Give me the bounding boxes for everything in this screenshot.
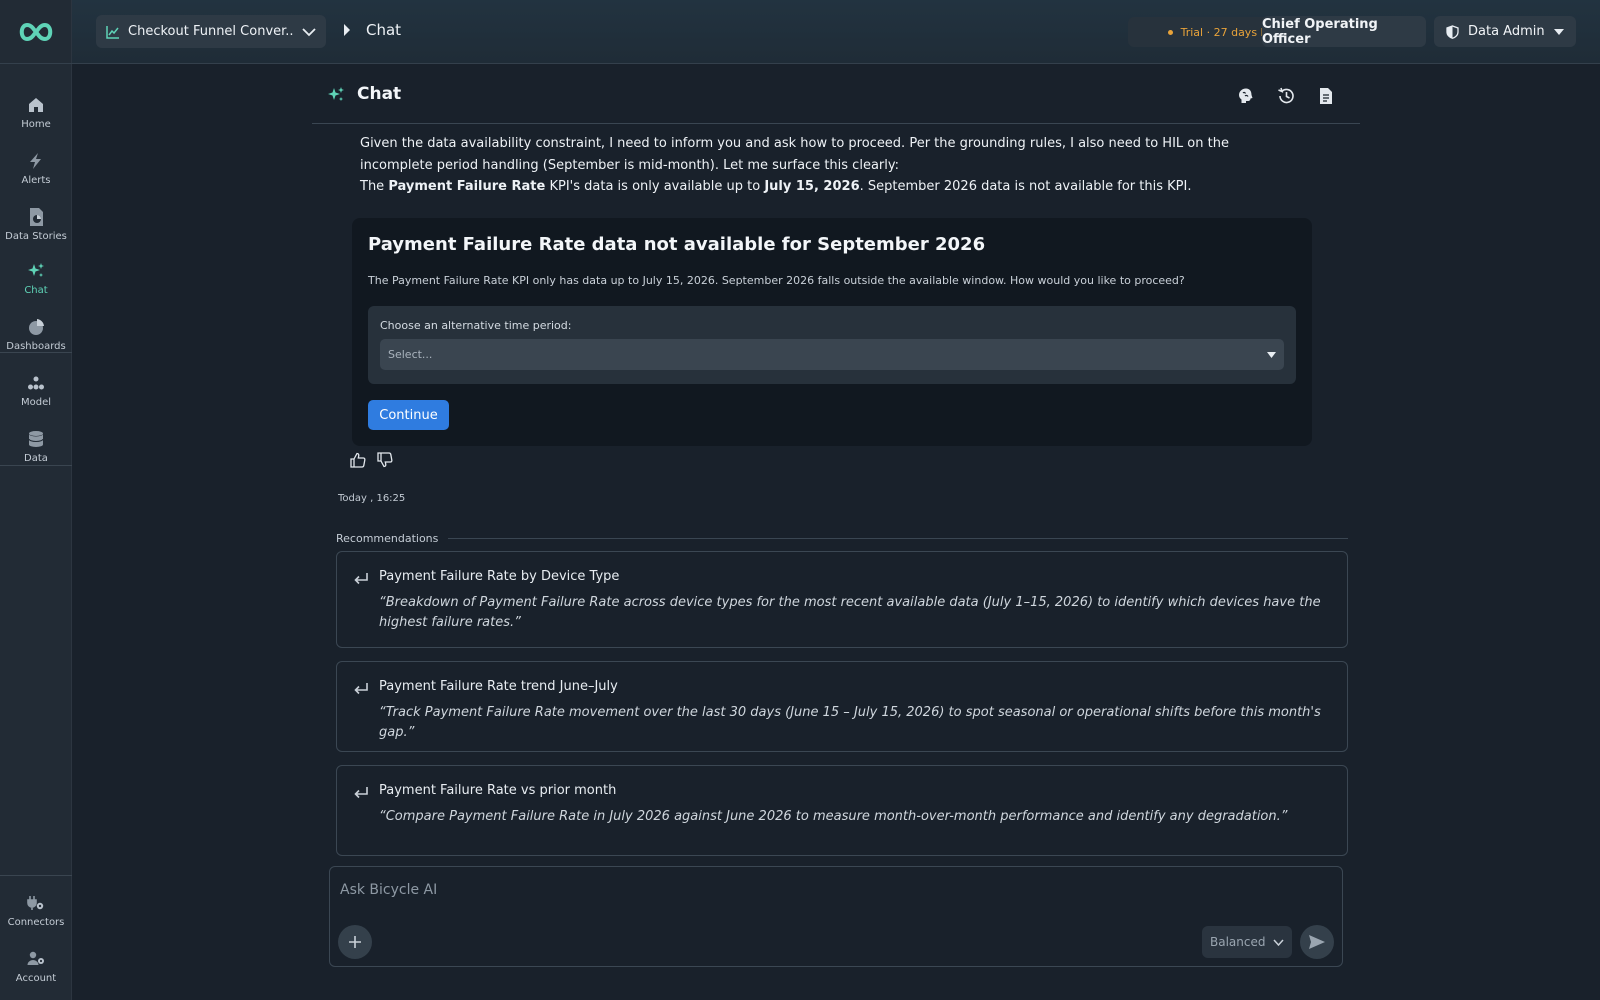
sidebar-item-home[interactable]: Home: [0, 86, 72, 138]
thumbs-down-icon: [377, 452, 393, 468]
shield-icon: [1446, 24, 1459, 39]
sidebar-item-label: Data: [24, 452, 48, 464]
assistant-message-kpi: The Payment Failure Rate KPI's data is o…: [360, 176, 1300, 198]
breadcrumb-current: Chat: [366, 21, 402, 39]
return-arrow-icon: [354, 683, 368, 695]
recommendation-title: Payment Failure Rate vs prior month: [379, 783, 617, 798]
top-bar: Checkout Funnel Conver... Chat Trial · 2…: [72, 0, 1600, 64]
trial-dot-icon: [1167, 29, 1173, 35]
infinity-logo-icon: [19, 22, 53, 41]
stories-icon: [26, 207, 46, 227]
time-period-label: Choose an alternative time period:: [380, 319, 572, 332]
role-button[interactable]: Chief Operating Officer: [1262, 16, 1426, 47]
admin-menu-button[interactable]: Data Admin: [1434, 16, 1576, 47]
dashboard-selector[interactable]: Checkout Funnel Conver...: [96, 15, 326, 48]
app-logo[interactable]: [0, 0, 72, 64]
continue-button[interactable]: Continue: [368, 400, 449, 430]
line-chart-icon: [106, 25, 119, 39]
bolt-icon: [26, 151, 46, 171]
recommendation-card[interactable]: Payment Failure Rate trend June–July “Tr…: [336, 661, 1348, 752]
admin-label: Data Admin: [1468, 24, 1545, 39]
breadcrumb-arrow-icon: [344, 24, 350, 36]
plus-icon: [349, 936, 361, 948]
kpi-name: Payment Failure Rate: [388, 179, 546, 194]
sidebar-item-alerts[interactable]: Alerts: [0, 142, 72, 194]
recommendations-label: Recommendations: [336, 532, 439, 545]
sidebar-divider: [0, 875, 72, 876]
sidebar-item-label: Connectors: [7, 916, 65, 928]
time-period-select[interactable]: Select...: [380, 339, 1284, 370]
page-title: Chat: [357, 84, 402, 104]
clarification-description: The Payment Failure Rate KPI only has da…: [368, 274, 1185, 287]
chat-header: Chat: [312, 64, 1360, 124]
user-gear-icon: [26, 949, 46, 969]
recommendation-quote: “Compare Payment Failure Rate in July 20…: [379, 809, 1288, 824]
send-button[interactable]: [1300, 925, 1334, 959]
document-button[interactable]: [1316, 86, 1336, 106]
document-icon: [1320, 88, 1332, 104]
return-arrow-icon: [354, 573, 368, 585]
sidebar-item-label: Model: [20, 396, 52, 408]
caret-down-icon: [1553, 28, 1564, 35]
sidebar-item-label: Dashboards: [6, 340, 66, 352]
sidebar-divider: [0, 352, 72, 353]
sidebar-item-label: Chat: [24, 284, 48, 296]
send-icon: [1309, 935, 1325, 949]
sidebar: Home Alerts Data Stories Chat Dashboards…: [0, 0, 72, 1000]
sidebar-divider: [0, 465, 72, 466]
kpi-prefix: The: [360, 179, 389, 194]
sidebar-item-connectors[interactable]: Connectors: [0, 884, 72, 936]
pie-icon: [26, 317, 46, 337]
sparkles-icon: [26, 261, 46, 281]
chat-input[interactable]: [340, 877, 1330, 903]
mode-label: Balanced: [1210, 935, 1266, 949]
caret-down-icon: [1267, 351, 1276, 358]
sidebar-item-label: Data Stories: [5, 230, 67, 242]
recommendation-quote: “Track Payment Failure Rate movement ove…: [379, 705, 1321, 740]
chat-composer: Balanced: [329, 866, 1343, 967]
brain-icon: [1239, 88, 1253, 103]
sidebar-item-label: Home: [21, 118, 51, 130]
home-icon: [26, 95, 46, 115]
history-button[interactable]: [1276, 86, 1296, 106]
assistant-message-intro: Given the data availability constraint, …: [360, 136, 1229, 173]
kpi-suffix: . September 2026 data is not available f…: [859, 179, 1192, 194]
kpi-date: July 15, 2026: [764, 179, 860, 194]
database-icon: [26, 429, 46, 449]
history-icon: [1278, 87, 1294, 104]
thumbs-down-button[interactable]: [377, 452, 393, 472]
message-timestamp: Today , 16:25: [338, 493, 406, 504]
thumbs-up-button[interactable]: [350, 452, 366, 472]
sidebar-item-account[interactable]: Account: [0, 940, 72, 992]
clarification-title: Payment Failure Rate data not available …: [368, 234, 986, 255]
time-period-placeholder: Select...: [388, 348, 433, 361]
sparkles-icon: [328, 87, 344, 101]
recommendation-quote: “Breakdown of Payment Failure Rate acros…: [379, 595, 1321, 630]
attach-button[interactable]: [338, 925, 372, 959]
chevron-down-icon: [1273, 938, 1284, 946]
brain-button[interactable]: [1236, 86, 1256, 106]
clarification-card: Payment Failure Rate data not available …: [352, 218, 1312, 446]
mode-select[interactable]: Balanced: [1202, 926, 1292, 958]
recommendation-card[interactable]: Payment Failure Rate by Device Type “Bre…: [336, 551, 1348, 648]
recommendations-divider: [448, 538, 1348, 539]
role-label: Chief Operating Officer: [1262, 16, 1378, 47]
sidebar-item-chat[interactable]: Chat: [0, 252, 72, 304]
return-arrow-icon: [354, 787, 368, 799]
dashboard-selector-label: Checkout Funnel Conver...: [128, 24, 294, 39]
recommendation-title: Payment Failure Rate by Device Type: [379, 569, 620, 584]
recommendation-title: Payment Failure Rate trend June–July: [379, 679, 618, 694]
sidebar-item-label: Alerts: [21, 174, 51, 186]
kpi-mid: KPI's data is only available up to: [545, 179, 765, 194]
recommendation-card[interactable]: Payment Failure Rate vs prior month “Com…: [336, 765, 1348, 856]
model-icon: [26, 373, 46, 393]
thumbs-up-icon: [350, 452, 366, 468]
sidebar-item-label: Account: [15, 972, 57, 984]
chevron-down-icon: [302, 27, 316, 36]
plug-icon: [26, 893, 46, 913]
sidebar-item-model[interactable]: Model: [0, 364, 72, 416]
sidebar-item-data-stories[interactable]: Data Stories: [0, 198, 72, 250]
time-period-box: Choose an alternative time period: Selec…: [368, 306, 1296, 384]
